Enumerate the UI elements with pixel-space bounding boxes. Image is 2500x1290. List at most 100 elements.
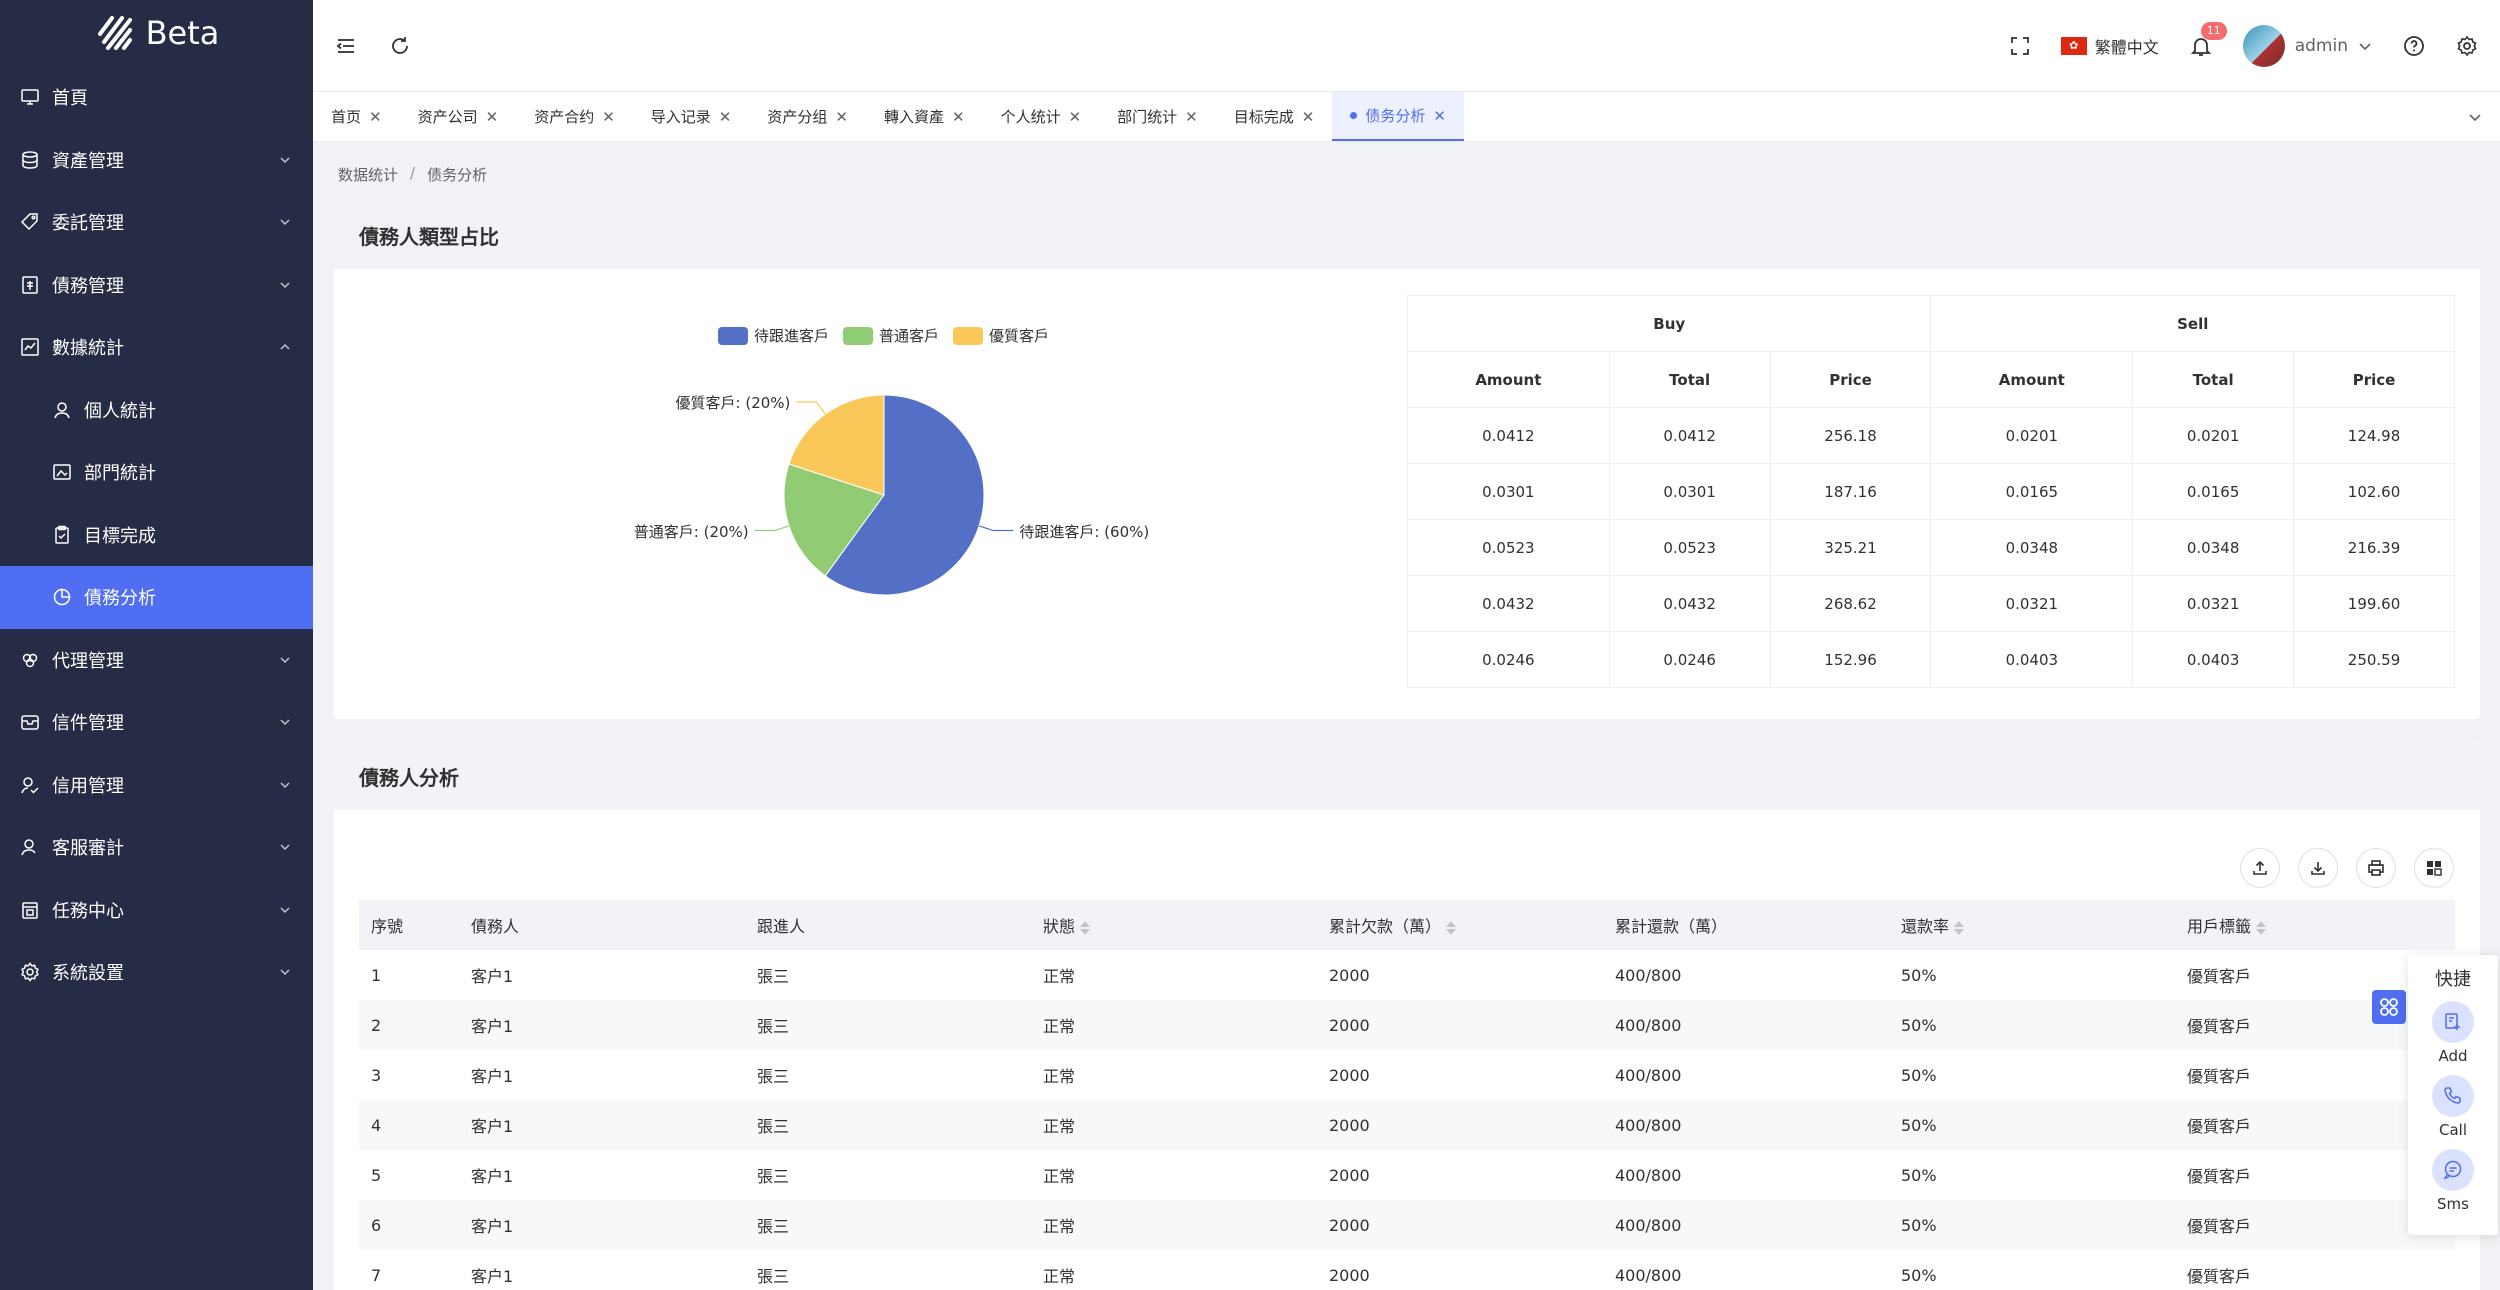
active-dot — [1350, 112, 1358, 119]
tab[interactable]: 资产合约 ✕ — [516, 92, 633, 141]
sidebar-item[interactable]: 部門統計 — [0, 441, 313, 504]
column-header[interactable]: 用戶標籤 — [2175, 900, 2455, 950]
user-menu[interactable]: admin — [2242, 24, 2372, 67]
column-header[interactable]: 累計欠款（萬） — [1317, 900, 1603, 950]
fullscreen-icon[interactable] — [2009, 35, 2031, 57]
pie-leader-line — [796, 401, 826, 415]
sidebar-item[interactable]: 資產管理 — [0, 129, 313, 192]
close-icon[interactable]: ✕ — [1069, 108, 1082, 126]
sidebar-item[interactable]: 首頁 — [0, 66, 313, 129]
tabs-dropdown-icon[interactable] — [2450, 92, 2500, 141]
close-icon[interactable]: ✕ — [1185, 108, 1198, 126]
tab[interactable]: 部门统计 ✕ — [1099, 92, 1216, 141]
chevron-down-icon — [277, 214, 293, 230]
tab[interactable]: 资产公司 ✕ — [400, 92, 517, 141]
table-cell: 50% — [1901, 1265, 1937, 1285]
close-icon[interactable]: ✕ — [369, 108, 382, 126]
sidebar-item[interactable]: 信用管理 — [0, 754, 313, 817]
tab[interactable]: 债务分析 ✕ — [1332, 92, 1464, 141]
sidebar-item[interactable]: 任務中心 — [0, 879, 313, 942]
sidebar-item[interactable]: 代理管理 — [0, 629, 313, 692]
sidebar-item[interactable]: 目標完成 — [0, 504, 313, 567]
tab[interactable]: 导入记录 ✕ — [633, 92, 750, 141]
refresh-icon[interactable] — [389, 35, 411, 57]
help-icon[interactable] — [2402, 34, 2426, 58]
quick-action-call[interactable]: Call — [2408, 1075, 2498, 1139]
close-icon[interactable]: ✕ — [1302, 108, 1315, 126]
table-row[interactable]: 7 客户1 張三 正常 2000 400/800 50% 優質客戶 — [359, 1250, 2455, 1290]
logo[interactable]: Beta — [0, 0, 313, 66]
table-row[interactable]: 2 客户1 張三 正常 2000 400/800 50% 優質客戶 — [359, 1000, 2455, 1050]
table-row: 0.0301 0.0301 187.16 0.0165 0.0165 102.60 — [1407, 463, 2455, 520]
columns-icon[interactable] — [2414, 848, 2454, 888]
sort-icon[interactable] — [1953, 919, 1965, 937]
close-icon[interactable]: ✕ — [1433, 107, 1446, 125]
close-icon[interactable]: ✕ — [835, 108, 848, 126]
upload-icon[interactable] — [2240, 848, 2280, 888]
apps-icon — [2378, 996, 2400, 1018]
breadcrumb-parent[interactable]: 数据统计 — [338, 164, 398, 185]
settings-gear-icon[interactable] — [2456, 35, 2478, 57]
quick-action-add[interactable]: Add — [2408, 1001, 2498, 1065]
tab[interactable]: 轉入資產 ✕ — [866, 92, 983, 141]
table-row[interactable]: 1 客户1 張三 正常 2000 400/800 50% 優質客戶 — [359, 950, 2455, 1000]
table-cell: 張三 — [757, 1067, 790, 1086]
table-row[interactable]: 6 客户1 張三 正常 2000 400/800 50% 優質客戶 — [359, 1200, 2455, 1250]
table-cell: 325.21 — [1769, 519, 1932, 576]
quick-panel-title: 快捷 — [2435, 969, 2471, 990]
table-cell: 187.16 — [1769, 463, 1932, 520]
sort-icon[interactable] — [1445, 919, 1457, 937]
print-icon[interactable] — [2356, 848, 2396, 888]
close-icon[interactable]: ✕ — [952, 108, 965, 126]
table-cell: 客户1 — [459, 1000, 745, 1050]
column-header[interactable]: 還款率 — [1889, 900, 2175, 950]
sidebar-item[interactable]: 個人統計 — [0, 379, 313, 442]
sidebar-item[interactable]: 客服審計 — [0, 816, 313, 879]
sidebar-item[interactable]: 信件管理 — [0, 691, 313, 754]
table-cell: 客户1 — [471, 1067, 514, 1086]
tab-label: 首页 — [331, 108, 362, 126]
people-icon — [20, 650, 40, 670]
close-icon[interactable]: ✕ — [719, 108, 732, 126]
download-icon[interactable] — [2298, 848, 2338, 888]
sidebar-item-label: 首頁 — [52, 88, 88, 110]
sidebar-item[interactable]: 債務管理 — [0, 254, 313, 317]
sidebar-item-label: 任務中心 — [52, 900, 124, 922]
close-icon[interactable]: ✕ — [486, 108, 499, 126]
sidebar-item[interactable]: 數據統計 — [0, 316, 313, 379]
tab[interactable]: 资产分组 ✕ — [749, 92, 866, 141]
table-cell: 0.0201 — [1930, 407, 2134, 464]
sidebar-item[interactable]: 系統設置 — [0, 941, 313, 1004]
table-row: 0.0432 0.0432 268.62 0.0321 0.0321 199.60 — [1407, 575, 2455, 632]
table-cell: 0.0165 — [2132, 463, 2295, 520]
user-icon — [52, 400, 72, 420]
tab-label: 个人统计 — [1000, 108, 1061, 126]
close-icon[interactable]: ✕ — [602, 108, 615, 126]
sort-icon[interactable] — [2255, 919, 2267, 937]
table-cell: 0.0523 — [1407, 519, 1610, 576]
table-cell: 正常 — [1043, 1067, 1076, 1086]
sort-icon[interactable] — [1079, 919, 1091, 937]
table-cell: 0.0432 — [1407, 575, 1610, 632]
tab-label: 目标完成 — [1233, 108, 1294, 126]
tab[interactable]: 首页 ✕ — [313, 92, 400, 141]
tab[interactable]: 个人统计 ✕ — [983, 92, 1100, 141]
collapse-menu-icon[interactable] — [335, 35, 357, 57]
notification-bell[interactable]: 11 — [2189, 21, 2227, 58]
table-row[interactable]: 4 客户1 張三 正常 2000 400/800 50% 優質客戶 — [359, 1100, 2455, 1150]
quick-panel-toggle[interactable] — [2372, 990, 2406, 1024]
sidebar-item[interactable]: 債務分析 — [0, 566, 313, 629]
table-row[interactable]: 5 客户1 張三 正常 2000 400/800 50% 優質客戶 — [359, 1150, 2455, 1200]
tab[interactable]: 目标完成 ✕ — [1216, 92, 1333, 141]
sidebar-item[interactable]: 委託管理 — [0, 191, 313, 254]
table-cell: 152.96 — [1769, 631, 1932, 688]
table-cell: 張三 — [745, 1100, 1031, 1150]
column-header[interactable]: 狀態 — [1031, 900, 1317, 950]
pie-leader-line — [754, 525, 790, 532]
tab-label: 资产公司 — [417, 108, 478, 126]
language-selector[interactable]: ✿ 繁體中文 — [2060, 34, 2159, 58]
pie-slice-label: 待跟進客戶: (60%) — [1019, 522, 1150, 541]
quick-action-sms[interactable]: Sms — [2408, 1149, 2498, 1213]
table-row[interactable]: 3 客户1 張三 正常 2000 400/800 50% 優質客戶 — [359, 1050, 2455, 1100]
pie-svg — [754, 394, 1014, 596]
